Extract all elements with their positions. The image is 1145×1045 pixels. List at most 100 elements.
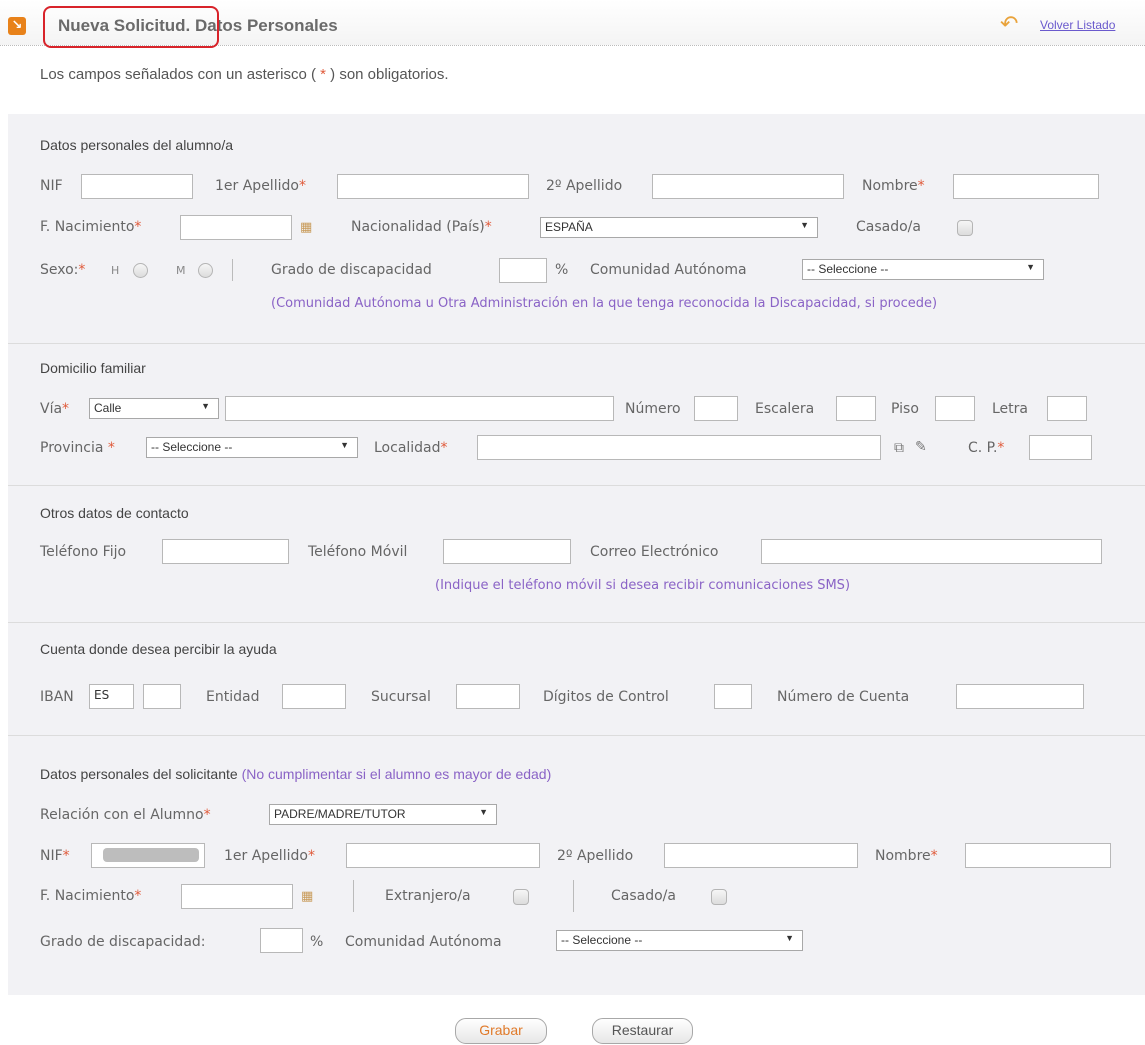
telefono-movil-label: Teléfono Móvil bbox=[308, 544, 408, 560]
numero-input[interactable] bbox=[694, 396, 738, 421]
grabar-button[interactable]: Grabar bbox=[455, 1018, 547, 1044]
applicant-section-title: Datos personales del solicitante (No cum… bbox=[40, 766, 552, 782]
sexo-h-label: H bbox=[111, 264, 120, 277]
student-section-title: Datos personales del alumno/a bbox=[40, 137, 234, 153]
casado-checkbox[interactable] bbox=[957, 220, 973, 236]
section-divider bbox=[8, 622, 1145, 623]
applicant-apellido1-label: 1er Apellido* bbox=[224, 848, 315, 864]
restaurar-button[interactable]: Restaurar bbox=[592, 1018, 693, 1044]
applicant-comunidad-label: Comunidad Autónoma bbox=[345, 934, 502, 950]
iban-country-input[interactable]: ES bbox=[89, 684, 134, 709]
applicant-nombre-label: Nombre* bbox=[875, 848, 938, 864]
calendar-icon[interactable]: ▦ bbox=[301, 889, 313, 904]
telefono-fijo-input[interactable] bbox=[162, 539, 289, 564]
nacimiento-input[interactable] bbox=[180, 215, 292, 240]
applicant-casado-label: Casado/a bbox=[611, 888, 676, 904]
chevron-down-icon: ▼ bbox=[340, 440, 349, 450]
applicant-comunidad-select[interactable]: -- Seleccione -- ▼ bbox=[556, 930, 803, 951]
nacimiento-label: F. Nacimiento* bbox=[40, 219, 142, 235]
nif-label: NIF bbox=[40, 178, 63, 194]
cp-input[interactable] bbox=[1029, 435, 1092, 460]
comunidad-select[interactable]: -- Seleccione -- ▼ bbox=[802, 259, 1044, 280]
provincia-select[interactable]: -- Seleccione -- ▼ bbox=[146, 437, 358, 458]
piso-input[interactable] bbox=[935, 396, 975, 421]
return-arrow-icon[interactable]: ↶ bbox=[1000, 12, 1018, 37]
email-input[interactable] bbox=[761, 539, 1102, 564]
localidad-label: Localidad* bbox=[374, 440, 448, 456]
numero-label: Número bbox=[625, 401, 681, 417]
discapacidad-hint: (Comunidad Autónoma u Otra Administració… bbox=[271, 296, 938, 311]
sexo-h-radio[interactable] bbox=[133, 263, 148, 278]
comunidad-label: Comunidad Autónoma bbox=[590, 262, 747, 278]
sms-hint: (Indique el teléfono móvil si desea reci… bbox=[435, 578, 851, 593]
nacionalidad-label: Nacionalidad (País)* bbox=[351, 219, 492, 235]
escalera-input[interactable] bbox=[836, 396, 876, 421]
casado-label: Casado/a bbox=[856, 219, 921, 235]
nombre-input[interactable] bbox=[953, 174, 1099, 199]
discapacidad-input[interactable] bbox=[499, 258, 547, 283]
applicant-apellido1-input[interactable] bbox=[346, 843, 540, 868]
back-to-list-link[interactable]: Volver Listado bbox=[1040, 18, 1115, 32]
calendar-icon[interactable]: ▦ bbox=[300, 220, 312, 235]
required-fields-note: Los campos señalados con un asterisco ( … bbox=[40, 66, 449, 83]
field-divider bbox=[232, 259, 233, 281]
control-input[interactable] bbox=[714, 684, 752, 709]
relacion-label: Relación con el Alumno* bbox=[40, 807, 211, 823]
iban-label: IBAN bbox=[40, 689, 74, 705]
telefono-fijo-label: Teléfono Fijo bbox=[40, 544, 127, 560]
section-divider bbox=[8, 343, 1145, 344]
redacted-value bbox=[103, 848, 199, 862]
sexo-m-radio[interactable] bbox=[198, 263, 213, 278]
apellido1-input[interactable] bbox=[337, 174, 529, 199]
highlight-circle bbox=[43, 6, 219, 48]
applicant-nif-label: NIF* bbox=[40, 848, 70, 864]
sexo-label: Sexo:* bbox=[40, 262, 86, 278]
piso-label: Piso bbox=[891, 401, 919, 417]
entidad-input[interactable] bbox=[282, 684, 346, 709]
provincia-label: Provincia * bbox=[40, 440, 115, 456]
entidad-label: Entidad bbox=[206, 689, 260, 705]
cuenta-label: Número de Cuenta bbox=[777, 689, 910, 705]
applicant-nombre-input[interactable] bbox=[965, 843, 1111, 868]
apellido1-label: 1er Apellido* bbox=[215, 178, 306, 194]
iban-check-input[interactable] bbox=[143, 684, 181, 709]
via-select[interactable]: Calle ▼ bbox=[89, 398, 219, 419]
chevron-down-icon: ▼ bbox=[785, 933, 794, 943]
section-divider bbox=[8, 735, 1145, 736]
applicant-apellido2-input[interactable] bbox=[664, 843, 858, 868]
chevron-down-icon: ▼ bbox=[800, 220, 809, 230]
applicant-discapacidad-input[interactable] bbox=[260, 928, 303, 953]
via-name-input[interactable] bbox=[225, 396, 614, 421]
apellido2-label: 2º Apellido bbox=[546, 178, 623, 194]
chevron-down-icon: ▼ bbox=[479, 807, 488, 817]
sucursal-input[interactable] bbox=[456, 684, 520, 709]
contact-section-title: Otros datos de contacto bbox=[40, 505, 189, 521]
nombre-label: Nombre* bbox=[862, 178, 925, 194]
applicant-casado-checkbox[interactable] bbox=[711, 889, 727, 905]
control-label: Dígitos de Control bbox=[543, 689, 669, 705]
eraser-icon[interactable]: ✎ bbox=[915, 439, 927, 455]
extranjero-checkbox[interactable] bbox=[513, 889, 529, 905]
applicant-nacimiento-input[interactable] bbox=[181, 884, 293, 909]
via-label: Vía* bbox=[40, 401, 70, 417]
sexo-m-label: M bbox=[176, 264, 186, 277]
nacionalidad-select[interactable]: ESPAÑA ▼ bbox=[540, 217, 818, 238]
apellido2-input[interactable] bbox=[652, 174, 844, 199]
account-section-title: Cuenta donde desea percibir la ayuda bbox=[40, 641, 277, 657]
nif-input[interactable] bbox=[81, 174, 193, 199]
search-locality-icon[interactable]: ⧉ bbox=[894, 440, 904, 456]
section-divider bbox=[8, 485, 1145, 486]
localidad-input[interactable] bbox=[477, 435, 881, 460]
cuenta-input[interactable] bbox=[956, 684, 1084, 709]
relacion-select[interactable]: PADRE/MADRE/TUTOR ▼ bbox=[269, 804, 497, 825]
letra-label: Letra bbox=[992, 401, 1028, 417]
percent-label: % bbox=[555, 262, 569, 278]
address-section-title: Domicilio familiar bbox=[40, 360, 146, 376]
letra-input[interactable] bbox=[1047, 396, 1087, 421]
sucursal-label: Sucursal bbox=[371, 689, 431, 705]
applicant-nacimiento-label: F. Nacimiento* bbox=[40, 888, 142, 904]
applicant-percent-label: % bbox=[310, 934, 324, 950]
telefono-movil-input[interactable] bbox=[443, 539, 571, 564]
note-suffix: ) son obligatorios. bbox=[330, 66, 449, 83]
discapacidad-label: Grado de discapacidad bbox=[271, 262, 432, 278]
